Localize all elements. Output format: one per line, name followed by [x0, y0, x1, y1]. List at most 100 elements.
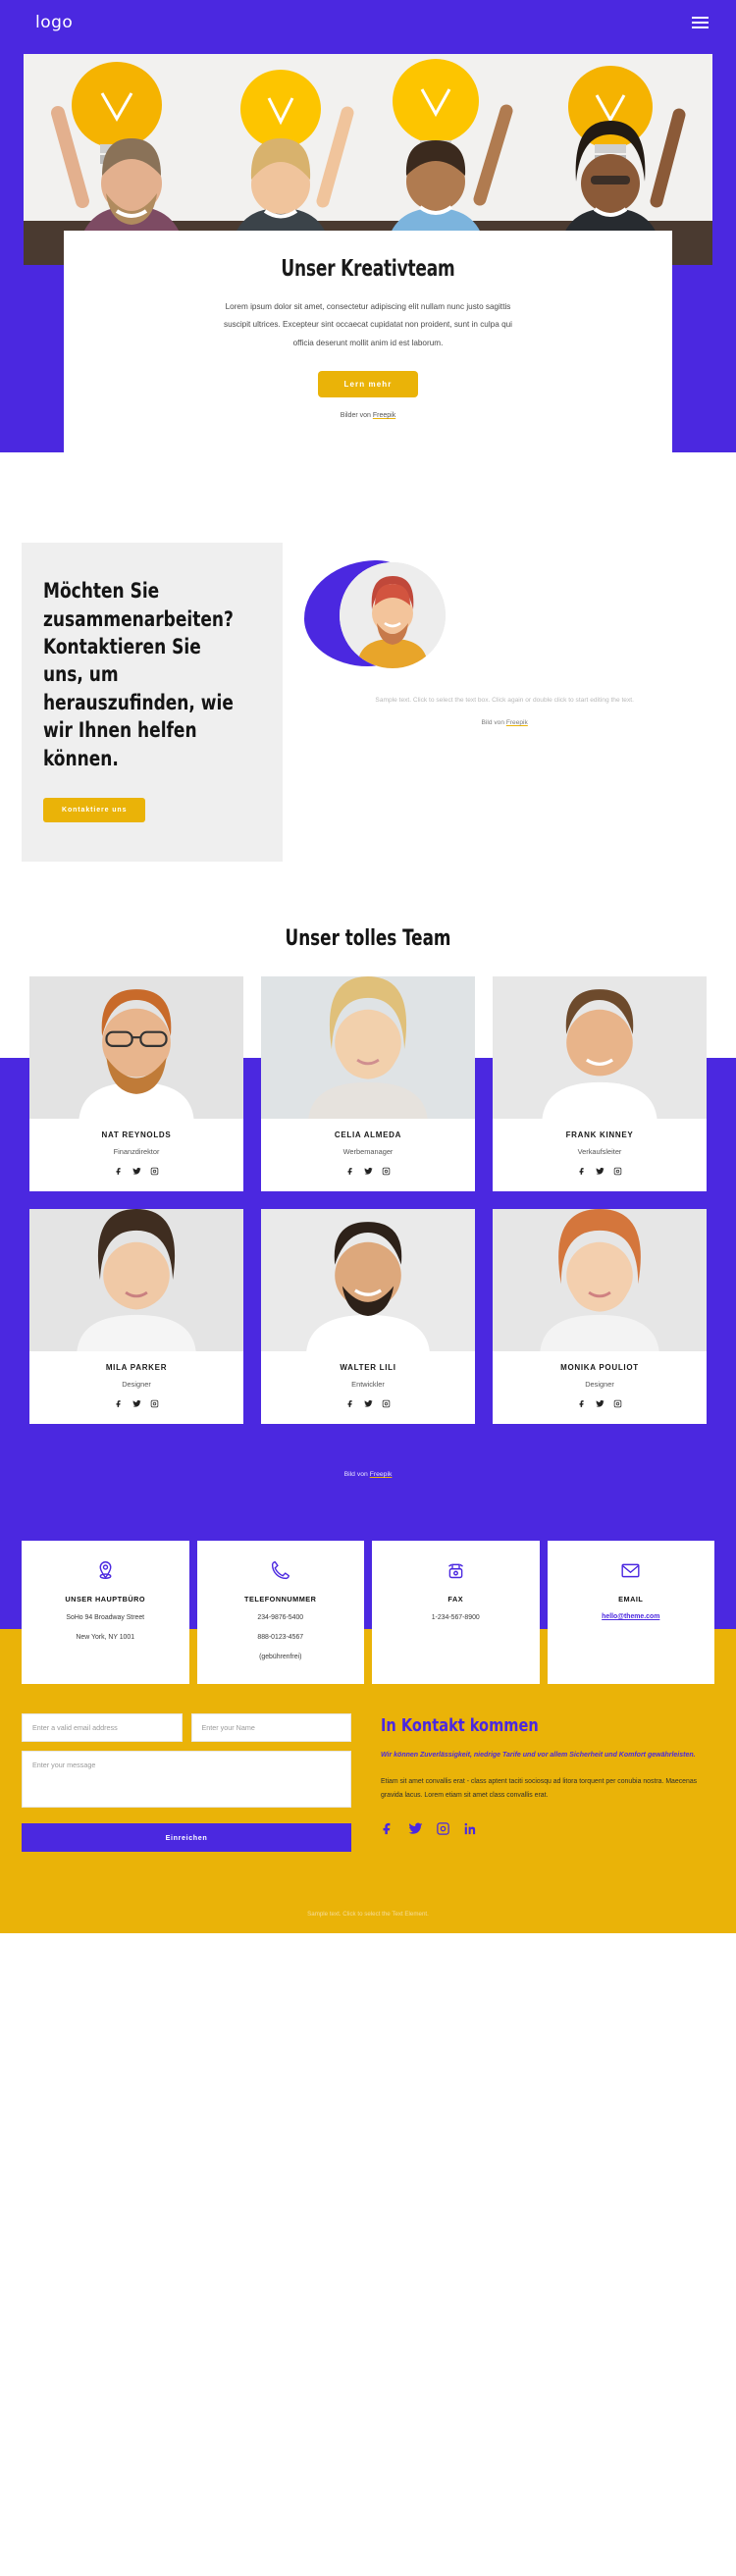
team-section: Unser tolles Team NAT REYNOLDS Finanzdir… [0, 900, 736, 1527]
portrait-blob-wrapper [294, 551, 714, 678]
contact-body-text: Etiam sit amet convallis erat - class ap… [381, 1778, 698, 1799]
envelope-icon [555, 1558, 708, 1584]
contact-form: Einreichen [22, 1713, 351, 1853]
member-social-links [497, 1167, 703, 1176]
facebook-icon[interactable] [381, 1821, 395, 1836]
credit-prefix: Bild von [343, 1470, 370, 1478]
page-root: logo Unser Kreativteam Lorem ipsum dolor… [0, 0, 736, 1934]
team-member-card[interactable]: FRANK KINNEY Verkaufsleiter [493, 975, 707, 1191]
freepik-link[interactable]: Freepik [506, 719, 528, 726]
member-photo [29, 975, 243, 1119]
submit-button[interactable]: Einreichen [22, 1823, 351, 1853]
contact-card-line: New York, NY 1001 [76, 1634, 135, 1642]
location-pin-icon [29, 1558, 182, 1584]
member-photo [261, 975, 475, 1119]
member-role: Entwickler [351, 1379, 385, 1389]
member-social-links [265, 1167, 471, 1176]
instagram-icon[interactable] [382, 1167, 391, 1176]
contact-us-button[interactable]: Kontaktiere uns [43, 797, 146, 822]
name-field[interactable] [190, 1713, 351, 1743]
instagram-icon[interactable] [613, 1399, 622, 1408]
facebook-icon[interactable] [578, 1399, 587, 1408]
contact-card-email: EMAIL hello@theme.com [547, 1540, 714, 1685]
twitter-icon[interactable] [363, 1167, 373, 1176]
team-member-card[interactable]: CELIA ALMEDA Werbemanager [261, 975, 475, 1191]
burger-line [692, 22, 709, 24]
contact-card-title: TELEFONNUMMER [244, 1594, 317, 1603]
member-role: Designer [122, 1379, 151, 1389]
instagram-icon[interactable] [613, 1167, 622, 1176]
facebook-icon[interactable] [115, 1399, 124, 1408]
twitter-icon[interactable] [131, 1167, 141, 1176]
member-info: MONIKA POULIOT Designer [493, 1351, 707, 1424]
hero-section: logo Unser Kreativteam Lorem ipsum dolor… [0, 0, 736, 499]
team-member-card[interactable]: NAT REYNOLDS Finanzdirektor [29, 975, 243, 1191]
credit-prefix: Bild von [481, 718, 506, 726]
portrait-illustration [340, 562, 447, 669]
member-social-links [33, 1399, 239, 1408]
member-name: NAT REYNOLDS [101, 1130, 172, 1139]
collaboration-text-panel: Möchten Sie zusammenarbeiten? Kontaktier… [22, 543, 284, 862]
contact-lead-text: Wir können Zuverlässigkeit, niedrige Tar… [381, 1752, 696, 1760]
contact-card-line: 888-0123-4567 [257, 1634, 304, 1642]
member-social-links [33, 1167, 239, 1176]
team-title: Unser tolles Team [285, 925, 451, 951]
instagram-icon[interactable] [150, 1399, 159, 1408]
facebook-icon[interactable] [115, 1167, 124, 1176]
email-link[interactable]: hello@theme.com [602, 1613, 659, 1620]
learn-more-button[interactable]: Lern mehr [318, 371, 418, 398]
twitter-icon[interactable] [131, 1399, 141, 1408]
collaboration-inner: Möchten Sie zusammenarbeiten? Kontaktier… [22, 543, 714, 862]
team-member-card[interactable]: MONIKA POULIOT Designer [493, 1208, 707, 1424]
member-social-links [265, 1399, 471, 1408]
member-role: Finanzdirektor [113, 1146, 160, 1156]
fax-icon [380, 1558, 532, 1584]
contact-card-title: UNSER HAUPTBÜRO [65, 1594, 146, 1603]
hamburger-menu-icon[interactable] [692, 17, 709, 28]
member-portrait-illustration [261, 975, 475, 1119]
member-name: WALTER LILI [340, 1362, 396, 1372]
collaboration-sample-text: Sample text. Click to select the text bo… [375, 697, 634, 705]
member-info: NAT REYNOLDS Finanzdirektor [29, 1119, 243, 1191]
member-photo [493, 975, 707, 1119]
hero-text-card: Unser Kreativteam Lorem ipsum dolor sit … [64, 231, 672, 453]
member-photo [29, 1208, 243, 1351]
member-photo [493, 1208, 707, 1351]
contact-card-line: SoHo 94 Broadway Street [66, 1613, 145, 1621]
member-social-links [497, 1399, 703, 1408]
footer-social-links [381, 1821, 714, 1836]
twitter-icon[interactable] [363, 1399, 373, 1408]
facebook-icon[interactable] [346, 1167, 355, 1176]
site-logo[interactable]: logo [35, 13, 73, 32]
member-portrait-illustration [493, 1208, 707, 1351]
email-field[interactable] [22, 1713, 183, 1743]
member-role: Verkaufsleiter [577, 1146, 622, 1156]
member-info: MILA PARKER Designer [29, 1351, 243, 1424]
member-name: MILA PARKER [105, 1362, 168, 1372]
contact-heading: In Kontakt kommen [381, 1715, 539, 1737]
linkedin-icon[interactable] [463, 1821, 478, 1836]
twitter-icon[interactable] [595, 1167, 605, 1176]
instagram-icon[interactable] [150, 1167, 159, 1176]
collaboration-section: Möchten Sie zusammenarbeiten? Kontaktier… [0, 498, 736, 901]
facebook-icon[interactable] [346, 1399, 355, 1408]
hero-spacer [0, 452, 736, 499]
freepik-link[interactable]: Freepik [373, 412, 395, 419]
message-field[interactable] [22, 1751, 351, 1809]
phone-icon [205, 1558, 357, 1584]
twitter-icon[interactable] [595, 1399, 605, 1408]
team-member-card[interactable]: WALTER LILI Entwickler [261, 1208, 475, 1424]
form-top-inputs [22, 1713, 351, 1743]
hero-paragraph: Lorem ipsum dolor sit amet, consectetur … [223, 302, 512, 347]
twitter-icon[interactable] [408, 1821, 423, 1836]
facebook-icon[interactable] [578, 1167, 587, 1176]
burger-line [692, 26, 709, 28]
contact-card-title: EMAIL [618, 1594, 644, 1603]
freepik-link[interactable]: Freepik [370, 1471, 393, 1478]
member-portrait-illustration [29, 1208, 243, 1351]
instagram-icon[interactable] [382, 1399, 391, 1408]
instagram-icon[interactable] [436, 1821, 450, 1836]
team-member-card[interactable]: MILA PARKER Designer [29, 1208, 243, 1424]
contact-card-line: 234-9876-5400 [257, 1613, 304, 1621]
member-name: MONIKA POULIOT [560, 1362, 639, 1372]
